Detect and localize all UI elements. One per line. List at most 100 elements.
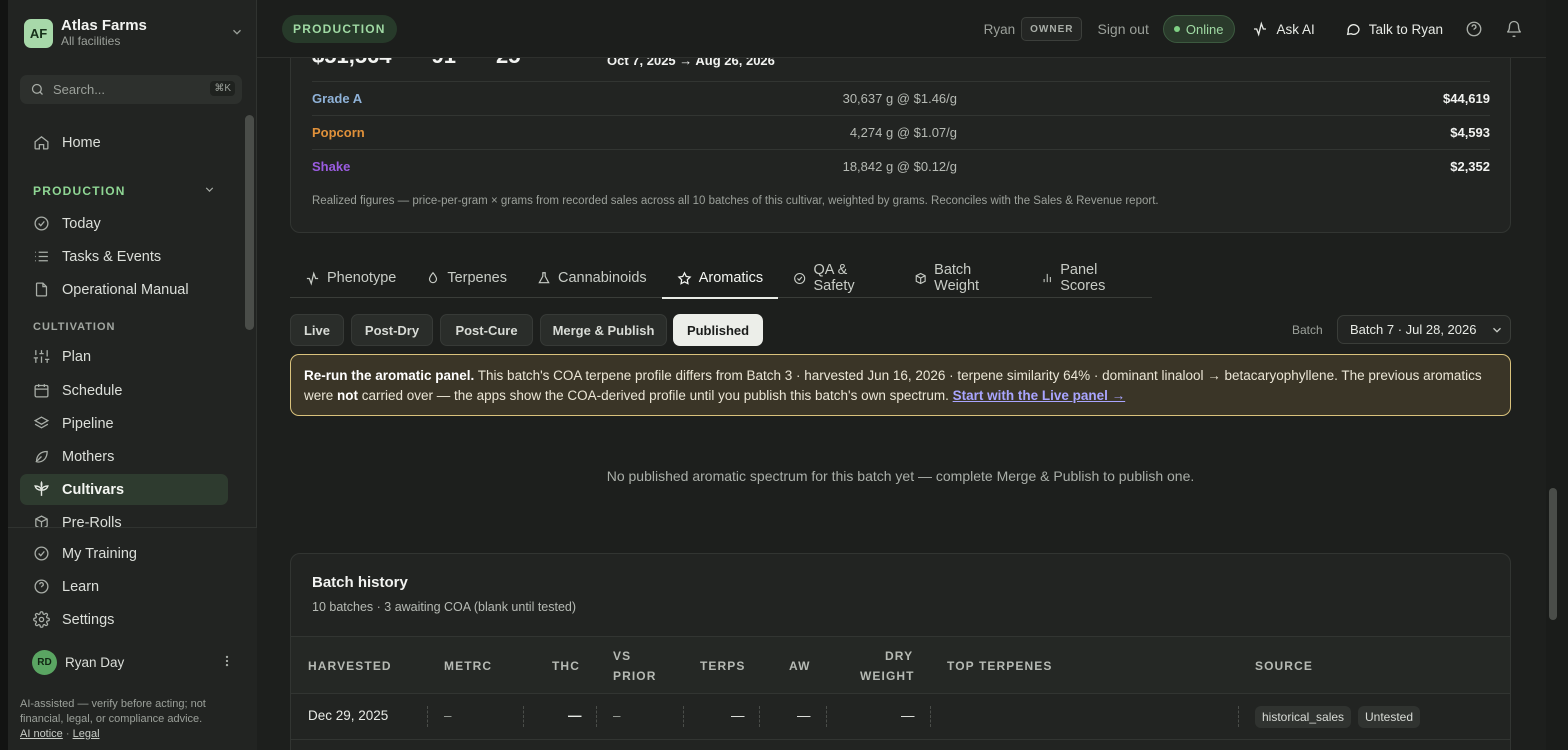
sidebar-item-label: Plan bbox=[62, 348, 92, 365]
help-icon[interactable] bbox=[1465, 20, 1483, 38]
legal-link[interactable]: Legal bbox=[73, 728, 100, 740]
sidebar-item-learn[interactable]: Learn bbox=[20, 571, 228, 602]
stage-published-button[interactable]: Published bbox=[673, 314, 763, 346]
org-switcher[interactable]: AF Atlas Farms All facilities bbox=[24, 17, 244, 49]
column-header-vs[interactable]: VS bbox=[613, 646, 631, 666]
source-chip: historical_sales bbox=[1255, 706, 1352, 728]
ask-ai-button[interactable]: Ask AI bbox=[1252, 21, 1315, 37]
column-header-metrc[interactable]: METRC bbox=[444, 656, 492, 676]
sidebar-item-manual[interactable]: Operational Manual bbox=[20, 274, 228, 305]
revenue-card: $51,564 91 25 Oct 7, 2025 → Aug 26, 2026… bbox=[290, 58, 1511, 233]
user-name: Ryan Day bbox=[65, 654, 125, 670]
column-header-thc[interactable]: THC bbox=[552, 656, 580, 676]
table-header: HARVESTED METRC THC VS PRIOR TERPS AW DR… bbox=[291, 636, 1510, 694]
revenue-stats: $51,564 91 25 bbox=[312, 58, 521, 69]
sidebar-item-today[interactable]: Today bbox=[20, 208, 228, 239]
cell-metrc: – bbox=[444, 708, 452, 723]
tab-cannabinoids[interactable]: Cannabinoids bbox=[522, 258, 662, 298]
column-divider bbox=[930, 706, 931, 727]
search-input[interactable]: Search... ⌘K bbox=[20, 75, 242, 104]
grade-name: Shake bbox=[312, 159, 351, 174]
tab-aromatics[interactable]: Aromatics bbox=[661, 258, 779, 299]
warning-emphasis: not bbox=[337, 388, 359, 403]
start-live-panel-link[interactable]: Start with the Live panel → bbox=[953, 388, 1126, 403]
sidebar-scrollbar[interactable] bbox=[245, 115, 254, 330]
sidebar-item-mothers[interactable]: Mothers bbox=[20, 441, 228, 472]
ask-ai-label: Ask AI bbox=[1276, 21, 1315, 37]
column-header-harvested[interactable]: HARVESTED bbox=[308, 656, 392, 676]
column-header-prior[interactable]: PRIOR bbox=[613, 666, 657, 686]
grade-detail: 4,274 g @ $1.07/g bbox=[849, 125, 957, 140]
flask-icon bbox=[538, 272, 550, 284]
check-circle-icon bbox=[32, 215, 50, 233]
chevron-down-icon[interactable] bbox=[203, 183, 216, 199]
sidebar-item-label: Home bbox=[62, 134, 101, 151]
plant-icon bbox=[32, 481, 50, 499]
sidebar-item-tasks[interactable]: Tasks & Events bbox=[20, 241, 228, 272]
more-vertical-icon[interactable] bbox=[220, 654, 234, 671]
column-header-terps[interactable]: TERPS bbox=[700, 656, 746, 676]
disclaimer-text: AI-assisted — verify before acting; not … bbox=[20, 698, 206, 725]
org-name: Atlas Farms bbox=[61, 17, 147, 34]
bell-icon[interactable] bbox=[1505, 20, 1523, 38]
status-badge: Online bbox=[1162, 15, 1236, 43]
grade-row: Shake 18,842 g @ $0.12/g $2,352 bbox=[312, 149, 1490, 183]
column-header-aw[interactable]: AW bbox=[789, 656, 811, 676]
stat-value: $51,564 bbox=[312, 58, 392, 69]
cell-thc: — bbox=[568, 708, 582, 723]
sidebar-item-label: Learn bbox=[62, 578, 100, 595]
table-row[interactable]: Dec 29, 2025 – — – — — — historical_sale… bbox=[291, 694, 1510, 740]
tab-label: Panel Scores bbox=[1060, 262, 1106, 294]
main-content: $51,564 91 25 Oct 7, 2025 → Aug 26, 2026… bbox=[257, 58, 1546, 750]
org-scope: All facilities bbox=[61, 34, 121, 48]
sidebar-item-label: Operational Manual bbox=[62, 281, 189, 298]
sliders-icon bbox=[32, 348, 50, 366]
stage-post-dry-button[interactable]: Post-Dry bbox=[351, 314, 433, 346]
status-dot bbox=[1173, 26, 1180, 32]
sidebar-item-home[interactable]: Home bbox=[20, 127, 228, 158]
org-avatar: AF bbox=[24, 18, 53, 48]
batch-select[interactable]: Batch 7 · Jul 28, 2026 bbox=[1337, 315, 1511, 344]
sidebar-item-plan[interactable]: Plan bbox=[20, 341, 228, 372]
user-menu[interactable]: RD Ryan Day bbox=[20, 648, 242, 676]
sidebar-item-cultivars[interactable]: Cultivars bbox=[20, 474, 228, 505]
column-header-dry[interactable]: DRY bbox=[885, 646, 913, 666]
stage-merge-publish-button[interactable]: Merge & Publish bbox=[540, 314, 667, 346]
droplet-icon bbox=[429, 271, 438, 284]
batch-history-subtitle: 10 batches · 3 awaiting COA (blank until… bbox=[312, 600, 577, 614]
sidebar-item-schedule[interactable]: Schedule bbox=[20, 375, 228, 406]
sidebar-item-label: My Training bbox=[62, 545, 137, 562]
sidebar-item-label: Cultivars bbox=[62, 481, 125, 498]
tab-batch-weight[interactable]: Batch Weight bbox=[899, 258, 1026, 298]
talk-to-ryan-button[interactable]: Talk to Ryan bbox=[1345, 21, 1443, 37]
tab-terpenes[interactable]: Terpenes bbox=[411, 258, 522, 298]
page-scrollbar-thumb[interactable] bbox=[1549, 488, 1557, 620]
column-header-weight[interactable]: WEIGHT bbox=[860, 666, 915, 686]
sidebar-item-label: Tasks & Events bbox=[62, 248, 162, 265]
ai-notice-link[interactable]: AI notice bbox=[20, 728, 63, 740]
sidebar-item-training[interactable]: My Training bbox=[20, 538, 228, 569]
stage-live-button[interactable]: Live bbox=[290, 314, 344, 346]
batch-label: Batch bbox=[1292, 323, 1323, 337]
stage-post-cure-button[interactable]: Post-Cure bbox=[440, 314, 533, 346]
tab-panel-scores[interactable]: Panel Scores bbox=[1026, 258, 1152, 298]
tab-phenotype[interactable]: Phenotype bbox=[290, 258, 411, 298]
grade-value: $4,593 bbox=[1450, 125, 1490, 140]
search-shortcut: ⌘K bbox=[210, 81, 235, 96]
tab-label: Terpenes bbox=[447, 270, 507, 286]
cell-harvested: Dec 29, 2025 bbox=[308, 708, 389, 723]
page-scrollbar[interactable] bbox=[1546, 0, 1568, 750]
cell-aw: — bbox=[797, 708, 811, 723]
tab-qa-safety[interactable]: QA & Safety bbox=[778, 258, 899, 298]
section-production[interactable]: PRODUCTION bbox=[33, 184, 126, 198]
column-divider bbox=[1238, 706, 1239, 727]
grade-detail: 30,637 g @ $1.46/g bbox=[842, 91, 957, 106]
sign-out-link[interactable]: Sign out bbox=[1097, 21, 1148, 37]
top-bar: PRODUCTION Ryan OWNER Sign out Online As… bbox=[257, 0, 1546, 58]
sidebar-item-label: Mothers bbox=[62, 448, 115, 465]
column-header-top-terpenes[interactable]: TOP TERPENES bbox=[947, 656, 1052, 676]
activity-icon bbox=[306, 270, 319, 286]
sidebar-item-pipeline[interactable]: Pipeline bbox=[20, 408, 228, 439]
sidebar-item-settings[interactable]: Settings bbox=[20, 604, 228, 635]
column-header-source[interactable]: SOURCE bbox=[1255, 656, 1313, 676]
